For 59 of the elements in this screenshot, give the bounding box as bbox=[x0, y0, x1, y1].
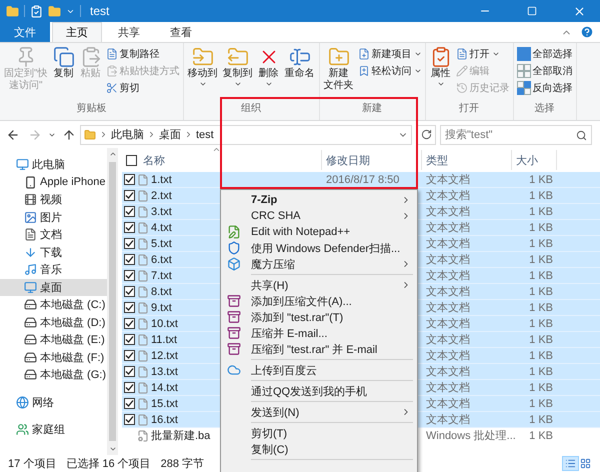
file-name: 13.txt bbox=[151, 366, 178, 378]
type-cell-text: 文本文档 bbox=[425, 236, 471, 251]
file-name: 7.txt bbox=[151, 270, 172, 282]
type-cell-text: 文本文档 bbox=[425, 188, 471, 203]
type-cell-text: 文本文档 bbox=[425, 172, 471, 187]
size-cell-text: 1 KB bbox=[528, 174, 554, 186]
status-text: 288 字节 bbox=[160, 456, 204, 471]
type-cell-text: 文本文档 bbox=[425, 332, 471, 347]
file-name: 4.txt bbox=[151, 222, 172, 234]
size-cell-text: 1 KB bbox=[528, 366, 554, 378]
file-name: 1.txt bbox=[151, 174, 172, 186]
size-cell-text: 1 KB bbox=[528, 190, 554, 202]
type-cell-text: 文本文档 bbox=[425, 204, 471, 219]
group-label: 剪贴板 bbox=[75, 102, 108, 116]
date-cell-text: 2016/8/17 8:50 bbox=[325, 174, 400, 186]
file-name: 12.txt bbox=[151, 350, 178, 362]
size-cell-text: 1 KB bbox=[528, 286, 554, 298]
type-cell-text: 文本文档 bbox=[425, 396, 471, 411]
type-cell-text: 文本文档 bbox=[425, 268, 471, 283]
group-label: 选择 bbox=[534, 102, 556, 116]
status-text: 已选择 16 个项目 bbox=[66, 457, 151, 471]
file-name: 14.txt bbox=[151, 382, 178, 394]
window-title: test bbox=[90, 4, 110, 18]
file-name: 2.txt bbox=[151, 190, 172, 202]
group-label: 组织 bbox=[240, 102, 262, 116]
file-name: 10.txt bbox=[151, 318, 178, 330]
file-name: 6.txt bbox=[151, 254, 172, 266]
file-name: 9.txt bbox=[151, 302, 172, 314]
size-cell-text: 1 KB bbox=[528, 318, 554, 330]
size-cell-text: 1 KB bbox=[528, 270, 554, 282]
file-name: 15.txt bbox=[151, 398, 178, 410]
size-cell-text: 1 KB bbox=[528, 238, 554, 250]
type-cell-text: 文本文档 bbox=[425, 284, 471, 299]
size-cell-text: 1 KB bbox=[528, 206, 554, 218]
size-cell-text: 1 KB bbox=[528, 350, 554, 362]
type-cell-text: 文本文档 bbox=[425, 364, 471, 379]
size-cell-text: 1 KB bbox=[528, 222, 554, 234]
size-cell-text: 1 KB bbox=[528, 334, 554, 346]
type-cell-text: 文本文档 bbox=[425, 380, 471, 395]
type-cell-text: 文本文档 bbox=[425, 316, 471, 331]
type-cell-text: 文本文档 bbox=[425, 252, 471, 267]
file-name: 11.txt bbox=[151, 334, 178, 346]
file-name: 5.txt bbox=[151, 238, 172, 250]
size-cell-text: 1 KB bbox=[528, 398, 554, 410]
file-name: 8.txt bbox=[151, 286, 172, 298]
status-text: 17 个项目 bbox=[8, 457, 56, 471]
file-name: 16.txt bbox=[151, 414, 178, 426]
group-label: 打开 bbox=[458, 102, 480, 116]
file-name: 批量新建.ba bbox=[151, 428, 210, 443]
file-name: 3.txt bbox=[151, 206, 172, 218]
type-cell-text: 文本文档 bbox=[425, 300, 471, 315]
type-cell-text: 文本文档 bbox=[425, 412, 471, 427]
group-label: 新建 bbox=[361, 102, 384, 116]
size-cell-text: 1 KB bbox=[528, 382, 554, 394]
size-cell-text: 1 KB bbox=[528, 302, 554, 314]
size-cell-text: 1 KB bbox=[528, 254, 554, 266]
type-cell-text: 文本文档 bbox=[425, 348, 471, 363]
type-cell-text: 文本文档 bbox=[425, 220, 471, 235]
size-cell-text: 1 KB bbox=[528, 414, 554, 426]
